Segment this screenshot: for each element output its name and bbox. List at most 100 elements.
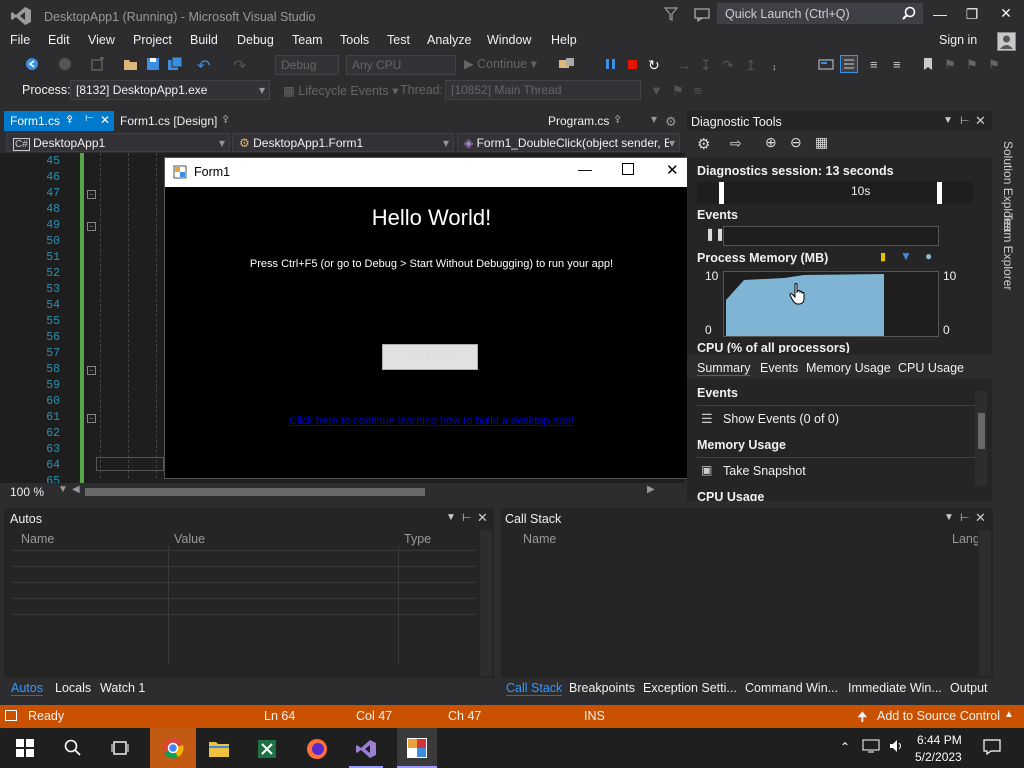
process-dropdown[interactable]: [8132] DesktopApp1.exe ▾ [70,80,270,100]
close-icon[interactable]: ✕ [975,510,986,526]
zoom-level[interactable]: 100 % [10,485,44,499]
zoom-out-icon[interactable]: ⊖ [790,134,802,151]
network-icon[interactable] [862,738,880,757]
call-stack-scrollbar[interactable] [979,530,991,676]
tab-watch-1[interactable]: Watch 1 [100,681,145,695]
restore-button[interactable]: ❐ [957,6,987,23]
tab-cpu-usage[interactable]: CPU Usage [898,361,964,375]
chevron-down-icon[interactable]: ▼ [944,512,954,523]
quick-launch-input[interactable]: Quick Launch (Ctrl+Q) [717,3,923,24]
notification-icon[interactable]: ▲ [1004,709,1014,720]
search-icon[interactable] [56,732,90,766]
form1-window[interactable]: Form1 — ✕ Hello World! Press Ctrl+F5 (or… [164,157,698,479]
thread-dropdown[interactable]: [10852] Main Thread [445,80,641,100]
form-maximize-button[interactable] [622,163,634,175]
form-minimize-button[interactable]: — [578,161,592,177]
stop-icon[interactable] [627,59,638,73]
zoom-in-icon[interactable]: ⊕ [765,134,777,151]
tab-exception-settings[interactable]: Exception Setti... [643,681,737,695]
scroll-right-icon[interactable]: ▶ [647,484,655,495]
tab-command-window[interactable]: Command Win... [745,681,838,695]
col-value[interactable]: Value [174,532,205,546]
save-icon[interactable] [146,57,160,74]
chevron-down-icon[interactable]: ▼ [58,484,68,495]
back-icon[interactable] [25,57,39,74]
col-name[interactable]: Name [523,532,556,546]
menu-test[interactable]: Test [387,33,410,47]
hex-display-icon[interactable]: ⨾ [773,57,776,74]
timeline-end-handle[interactable] [937,182,942,204]
memory-chart[interactable] [723,271,939,337]
pin-icon[interactable]: ⚴ [614,114,621,125]
timeline-start-handle[interactable] [719,182,724,204]
col-name[interactable]: Name [21,532,54,546]
close-icon[interactable]: ✕ [975,113,986,129]
click-me-button[interactable]: Click Me! [382,344,478,370]
flag-current-icon[interactable]: ≡ [694,83,702,98]
step-out-icon[interactable]: ↥ [745,57,757,74]
reset-view-icon[interactable]: ▦ [815,134,828,151]
class-dropdown[interactable]: ⚙ DesktopApp1.Form1 ▾ [232,133,454,152]
export-icon[interactable]: ⇨ [730,135,742,152]
chevron-down-icon[interactable]: ▼ [446,512,456,523]
menu-view[interactable]: View [88,33,115,47]
tab-events[interactable]: Events [760,361,798,375]
tab-summary[interactable]: Summary [697,361,751,376]
task-view-icon[interactable] [103,732,137,766]
tab-call-stack[interactable]: Call Stack [506,681,563,696]
pin-icon[interactable]: ⊢ [462,511,472,524]
step-over-icon[interactable]: ↷ [722,57,734,74]
collapse-icon[interactable]: − [87,366,96,375]
bookmark-prev2-icon[interactable]: ⚑ [966,57,978,73]
restart-icon[interactable]: ↻ [648,57,660,74]
show-next-statement-icon[interactable]: → [677,57,691,73]
open-folder-icon[interactable] [123,56,139,75]
minimize-button[interactable]: — [925,6,955,22]
menu-tools[interactable]: Tools [340,33,369,47]
windows-start-icon[interactable] [8,732,42,766]
team-explorer-tab[interactable]: Team Explorer [1001,213,1015,290]
pin-icon[interactable]: ⚴ [222,114,229,125]
menu-window[interactable]: Window [487,33,531,47]
menu-help[interactable]: Help [551,33,577,47]
menu-team[interactable]: Team [292,33,323,47]
menu-analyze[interactable]: Analyze [427,33,471,47]
menu-edit[interactable]: Edit [48,33,70,47]
uncomment-icon[interactable]: ≡ [893,57,901,72]
visual-studio-taskbar-icon[interactable] [349,732,383,766]
tab-immediate-window[interactable]: Immediate Win... [848,681,942,695]
save-all-icon[interactable] [167,56,183,74]
pin-icon[interactable]: ⊢ [960,114,970,127]
filter-icon[interactable] [663,7,679,24]
bookmark-next-icon[interactable]: ⚑ [944,57,956,73]
col-type[interactable]: Type [404,532,431,546]
scrollbar-thumb[interactable] [978,413,985,449]
undo-icon[interactable]: ↶ [197,56,210,76]
pin-icon[interactable]: ⊢ [960,511,970,524]
timeline-ruler[interactable]: 10s [697,182,973,204]
comment-icon[interactable]: ≡ [870,57,878,72]
tab-breakpoints[interactable]: Breakpoints [569,681,635,695]
desktop-app-taskbar-icon[interactable] [397,728,437,768]
continue-button[interactable]: ▶ Continue ▾ [464,56,537,71]
form-close-button[interactable]: ✕ [666,161,679,179]
file-explorer-icon[interactable] [202,732,236,766]
settings-icon[interactable]: ⚙ [697,135,710,153]
new-project-icon[interactable] [90,57,106,74]
horizontal-scrollbar-thumb[interactable] [85,488,425,496]
take-snapshot-button[interactable]: Take Snapshot [723,464,806,478]
tab-form1-design[interactable]: Form1.cs [Design] ⚴ [114,111,234,131]
forward-icon[interactable] [58,57,72,74]
pin-icon[interactable]: ⚴ [66,114,73,125]
col-lang[interactable]: Lang [952,532,978,546]
bookmark-icon[interactable] [922,57,934,74]
close-tab-icon[interactable]: ✕ [100,113,110,127]
tab-autos[interactable]: Autos [11,681,43,696]
bookmark-prev-icon[interactable] [818,57,834,74]
tab-overflow-icon[interactable]: ▾ [651,112,657,126]
spreadsheet-app-icon[interactable] [250,732,284,766]
platform-dropdown[interactable]: Any CPU [346,55,456,75]
configuration-dropdown[interactable]: Debug [275,55,339,75]
filter-threads-icon[interactable]: ▼ [650,83,663,98]
clear-bookmarks-icon[interactable]: ⚑ [988,57,1000,73]
